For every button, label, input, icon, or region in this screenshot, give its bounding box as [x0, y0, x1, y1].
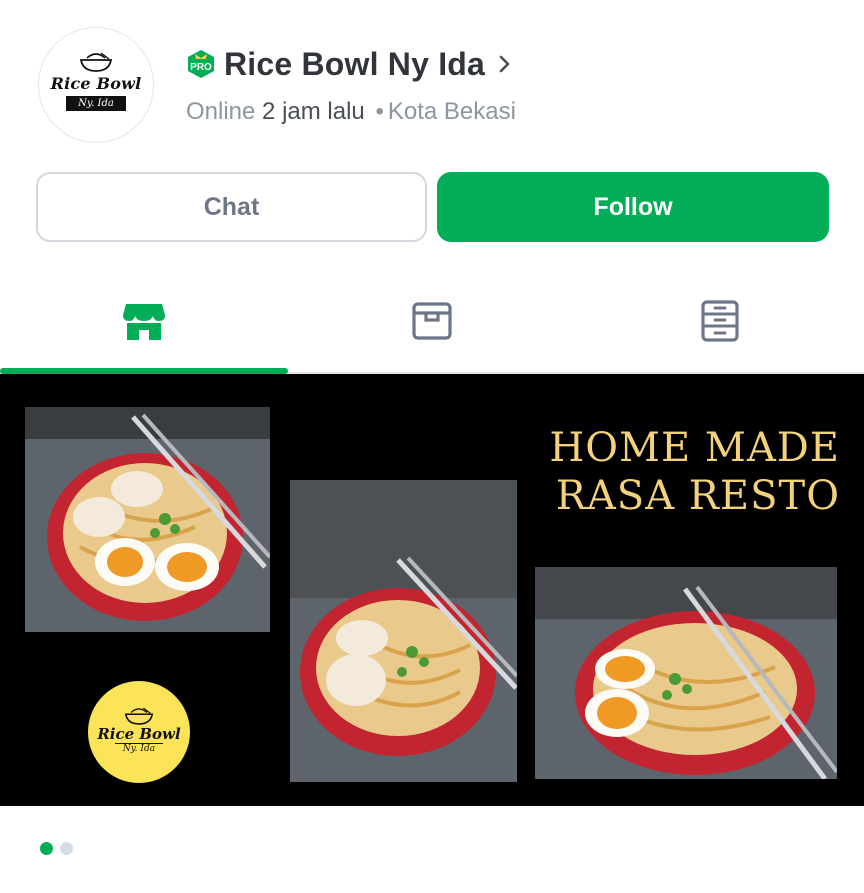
shop-tabs: [0, 270, 864, 374]
last-online-time: 2 jam lalu: [262, 98, 365, 125]
shop-status: Online 2 jam lalu • Kota Bekasi: [186, 98, 516, 126]
banner-logo-badge: Rice Bowl Ny. Ida: [88, 681, 190, 783]
avatar-logo-subtext: Ny. Ida: [66, 95, 126, 111]
carousel-indicator: [40, 842, 73, 855]
shop-location: Kota Bekasi: [387, 98, 516, 125]
banner-logo-text: Rice Bowl: [97, 724, 181, 743]
rice-bowl-icon: [124, 707, 154, 725]
chevron-right-icon: [499, 55, 510, 73]
carousel-dot[interactable]: [60, 842, 73, 855]
chat-button[interactable]: Chat: [36, 172, 427, 242]
tab-products[interactable]: [288, 270, 576, 372]
ramen-photo: [535, 567, 837, 779]
status-separator: •: [375, 98, 384, 125]
box-archive-icon: [412, 302, 452, 340]
follow-button[interactable]: Follow: [437, 172, 829, 242]
online-label: Online: [186, 98, 256, 125]
ramen-photo: [290, 480, 517, 782]
carousel-dot-active[interactable]: [40, 842, 53, 855]
shop-name: Rice Bowl Ny Ida: [224, 45, 486, 82]
pro-badge-icon: PRO: [188, 50, 214, 78]
tab-catalog[interactable]: [576, 270, 864, 372]
catalog-list-icon: [701, 300, 739, 342]
banner-logo-subtext: Ny. Ida: [114, 742, 164, 754]
banner-headline-line: RASA RESTO: [555, 473, 840, 519]
storefront-icon: [123, 304, 165, 340]
shop-avatar[interactable]: Rice Bowl Ny. Ida: [38, 27, 154, 143]
pro-badge-text: PRO: [190, 62, 212, 73]
rice-bowl-icon: [79, 51, 113, 72]
shop-name-link[interactable]: PRO Rice Bowl Ny Ida: [186, 42, 513, 86]
ramen-photo: [25, 407, 270, 632]
avatar-logo-text: Rice Bowl: [50, 73, 142, 93]
promo-banner[interactable]: HOME MADE RASA RESTO Rice Bowl Ny. Ida: [0, 374, 864, 806]
banner-headline-line: HOME MADE: [549, 425, 840, 471]
banner-headline: HOME MADE RASA RESTO: [549, 424, 840, 520]
tab-home[interactable]: [0, 270, 288, 374]
